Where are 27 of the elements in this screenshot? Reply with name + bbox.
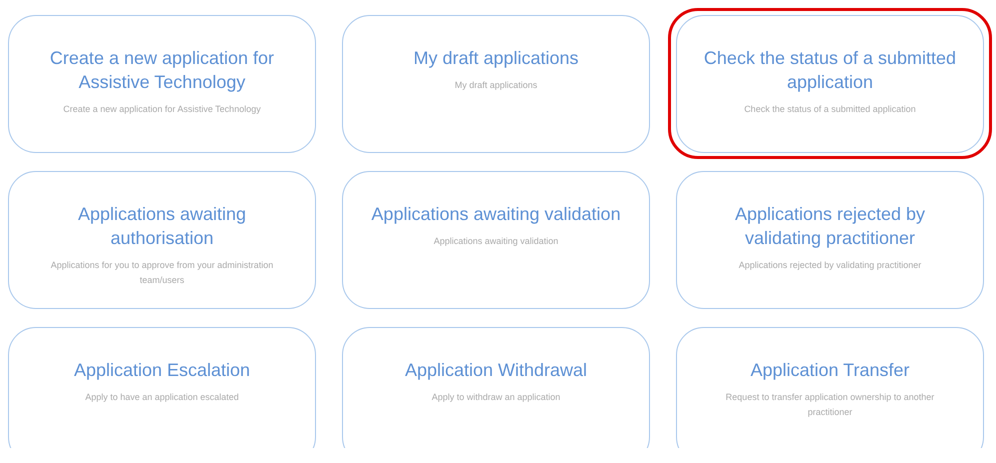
menu-card[interactable]: Application Escalation Apply to have an application escalated — [8, 327, 316, 448]
card-title: Application Withdrawal — [404, 359, 588, 382]
card-description: My draft applications — [454, 79, 538, 92]
card-title: Applications awaiting authorisation — [76, 203, 248, 250]
menu-card[interactable]: Check the status of a submitted application Check the status of a submitted application — [676, 15, 984, 153]
card-title: Application Transfer — [750, 359, 910, 382]
card-description: Apply to have an application escalated — [85, 391, 239, 404]
card-title: Check the status of a submitted application — [702, 47, 958, 94]
menu-card[interactable]: Create a new application for Assistive Technology Create a new application for Assistive Technology — [8, 15, 316, 153]
card-description: Applications awaiting validation — [434, 235, 558, 248]
menu-card[interactable]: Applications rejected by validating practitioner Applications rejected by validating practitioner — [676, 171, 984, 309]
card-title: Applications rejected by validating practitioner — [734, 203, 926, 250]
card-description: Check the status of a submitted application — [744, 103, 916, 116]
menu-card[interactable]: My draft applications My draft applications — [342, 15, 650, 153]
card-title: Applications awaiting validation — [371, 203, 621, 226]
menu-card[interactable]: Application Withdrawal Apply to withdraw an application — [342, 327, 650, 448]
menu-card[interactable]: Application Transfer Request to transfer application ownership to another practitioner — [676, 327, 984, 448]
card-description: Applications rejected by validating practitioner — [738, 259, 922, 272]
card-description: Create a new application for Assistive Technology — [63, 103, 261, 116]
menu-card[interactable]: Applications awaiting authorisation Applications for you to approve from your administration team/users — [8, 171, 316, 309]
card-title: My draft applications — [413, 47, 579, 70]
card-title: Create a new application for Assistive Technology — [48, 47, 276, 94]
card-description: Applications for you to approve from your administration team/users — [50, 259, 274, 287]
card-title: Application Escalation — [74, 359, 250, 382]
card-description: Apply to withdraw an application — [432, 391, 560, 404]
card-description: Request to transfer application ownership to another practitioner — [724, 391, 936, 419]
menu-card[interactable]: Applications awaiting validation Applications awaiting validation — [342, 171, 650, 309]
